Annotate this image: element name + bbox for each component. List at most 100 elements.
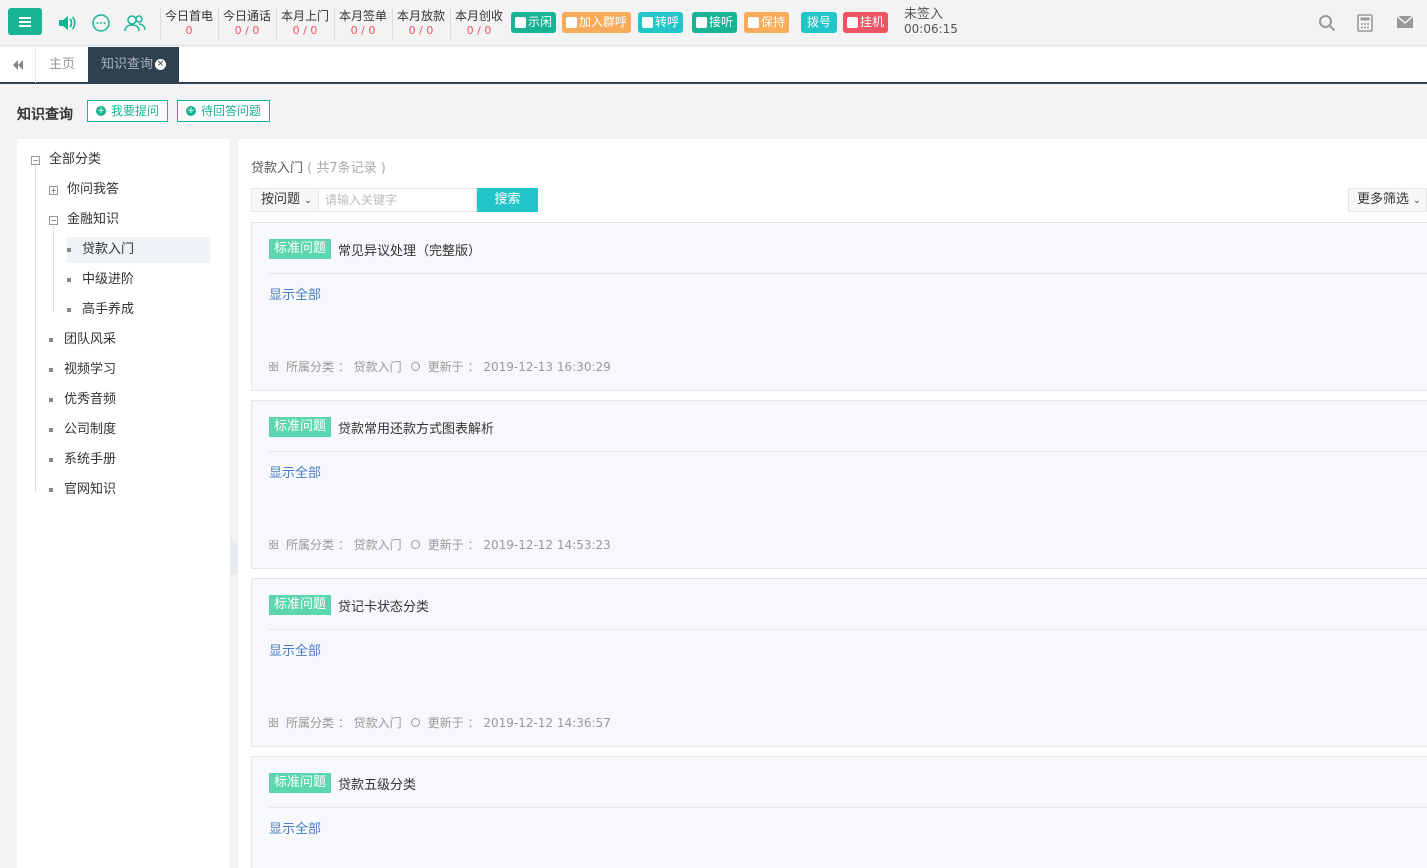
hangup-button[interactable]: 挂机 [843,12,889,33]
tab-home[interactable]: 主页 [36,47,88,83]
stat-value: 0 / 0 [292,24,318,37]
stat-value: 0 [185,24,193,37]
button-label: 待回答问题 [201,104,262,118]
divider [269,629,1427,630]
updated-time: 2019-12-12 14:36:57 [483,715,611,730]
collapse-icon[interactable]: − [49,215,58,225]
idle-button[interactable]: 示闲 [511,12,557,33]
leaf-icon [67,308,71,312]
tree-node-video[interactable]: 视频学习 [49,357,116,383]
search-icon[interactable] [1318,14,1336,32]
mail-icon[interactable] [1396,14,1414,32]
stat-month-revenue: 本月创收 0 / 0 [450,8,507,40]
expand-icon[interactable]: + [49,185,58,195]
grid-icon [269,718,278,727]
button-label: 转呼 [655,15,680,29]
record-count: ( 共7条记录 ) [307,161,386,176]
pending-questions-button[interactable]: + 待回答问题 [177,100,271,122]
divider [269,807,1427,808]
category-label: 所属分类 ： [286,538,350,552]
question-meta: 所属分类 ： 贷款入门 更新于 ： 2019-12-13 16:30:29 [269,358,611,375]
hold-button[interactable]: 保持 [744,12,790,33]
search-placeholder: 请输入关键字 [325,193,398,207]
tab-label: 知识查询 [101,57,154,72]
tab-knowledge-query[interactable]: 知识查询 × [88,47,180,83]
tree-node-label: 中级进阶 [82,272,135,287]
clock-icon [410,540,420,549]
tree-node-policy[interactable]: 公司制度 [49,417,116,443]
question-card[interactable]: 标准问题 贷款五级分类 显示全部 [251,756,1427,868]
leaf-icon [49,398,53,402]
question-type-tag: 标准问题 [269,773,332,793]
transfer-call-button[interactable]: 转呼 [638,12,684,33]
leaf-icon [49,488,53,492]
category-label: 所属分类 ： [286,716,350,730]
search-type-select[interactable]: 按问题 ⌄ [251,188,319,212]
show-all-link[interactable]: 显示全部 [269,640,321,659]
button-label: 我要提问 [111,104,160,118]
plus-circle-icon: + [186,106,196,116]
tree-node-loan-basics[interactable]: 贷款入门 [67,237,211,263]
category-value: 贷款入门 [353,360,402,374]
updated-label: 更新于 ： [427,538,480,552]
question-title[interactable]: 贷记卡状态分类 [338,596,429,615]
button-label: 加入群呼 [579,15,628,29]
collapse-icon[interactable]: − [31,155,40,165]
tabs-scroll-left-icon[interactable] [0,47,36,83]
menu-icon[interactable] [8,8,42,35]
question-card[interactable]: 标准问题 贷款常用还款方式图表解析 显示全部 所属分类 ： 贷款入门 更新于 ：… [251,400,1427,569]
stat-today-first-call: 今日首电 0 [160,8,217,40]
tree-node-intermediate[interactable]: 中级进阶 [67,267,134,293]
show-all-link[interactable]: 显示全部 [269,818,321,837]
users-icon[interactable] [124,12,146,34]
select-value: 按问题 [261,192,301,207]
page-tabs-bar: 主页 知识查询 × [0,47,1427,84]
sign-status-text: 未签入 [904,7,944,22]
question-card[interactable]: 标准问题 常见异议处理（完整版） 显示全部 所属分类 ： 贷款入门 更新于 ： … [251,222,1427,391]
panel-collapse-handle[interactable] [230,540,238,574]
chat-icon[interactable] [90,12,112,34]
question-meta: 所属分类 ： 贷款入门 更新于 ： 2019-12-12 14:36:57 [269,714,611,731]
tree-node-label: 高手养成 [82,302,135,317]
search-input[interactable]: 请输入关键字 [319,188,477,212]
tree-node-label: 公司制度 [64,422,117,437]
tree-node-manual[interactable]: 系统手册 [49,447,116,473]
search-button[interactable]: 搜索 [477,188,538,212]
tree-node-root[interactable]: − 全部分类 [31,147,101,173]
tree-node-audio[interactable]: 优秀音频 [49,387,116,413]
speaker-icon[interactable] [56,12,78,34]
leaf-icon [67,278,71,282]
current-category: 贷款入门 [251,161,304,176]
calculator-icon[interactable] [1357,14,1375,32]
question-card[interactable]: 标准问题 贷记卡状态分类 显示全部 所属分类 ： 贷款入门 更新于 ： 2019… [251,578,1427,747]
tree-node-team[interactable]: 团队风采 [49,327,116,353]
updated-time: 2019-12-13 16:30:29 [483,359,611,374]
tree-node-label: 视频学习 [64,362,117,377]
close-icon[interactable]: × [155,59,167,70]
dial-button[interactable]: 拨号 [801,12,838,33]
ask-question-button[interactable]: + 我要提问 [87,100,169,122]
more-filter-dropdown[interactable]: 更多筛选 ⌄ [1348,188,1427,212]
button-label: 挂机 [860,15,885,29]
question-title[interactable]: 常见异议处理（完整版） [338,240,481,259]
tree-node-expert[interactable]: 高手养成 [67,297,134,323]
tree-node-label: 官网知识 [64,482,117,497]
tree-node-website[interactable]: 官网知识 [49,477,116,503]
updated-label: 更新于 ： [427,360,480,374]
category-label: 所属分类 ： [286,360,350,374]
show-all-link[interactable]: 显示全部 [269,284,321,303]
tree-node-finance[interactable]: − 金融知识 [49,207,119,233]
question-title[interactable]: 贷款常用还款方式图表解析 [338,418,494,437]
button-label: 保持 [761,15,786,29]
answer-button[interactable]: 接听 [692,12,738,33]
category-value: 贷款入门 [353,538,402,552]
tree-node-qa[interactable]: + 你问我答 [49,177,119,203]
join-group-call-button[interactable]: 加入群呼 [562,12,632,33]
clock-icon [410,362,420,371]
grid-icon [269,540,278,549]
question-title[interactable]: 贷款五级分类 [338,774,416,793]
updated-label: 更新于 ： [427,716,480,730]
stat-month-visits: 本月上门 0 / 0 [276,8,333,40]
show-all-link[interactable]: 显示全部 [269,462,321,481]
updated-time: 2019-12-12 14:53:23 [483,537,611,552]
